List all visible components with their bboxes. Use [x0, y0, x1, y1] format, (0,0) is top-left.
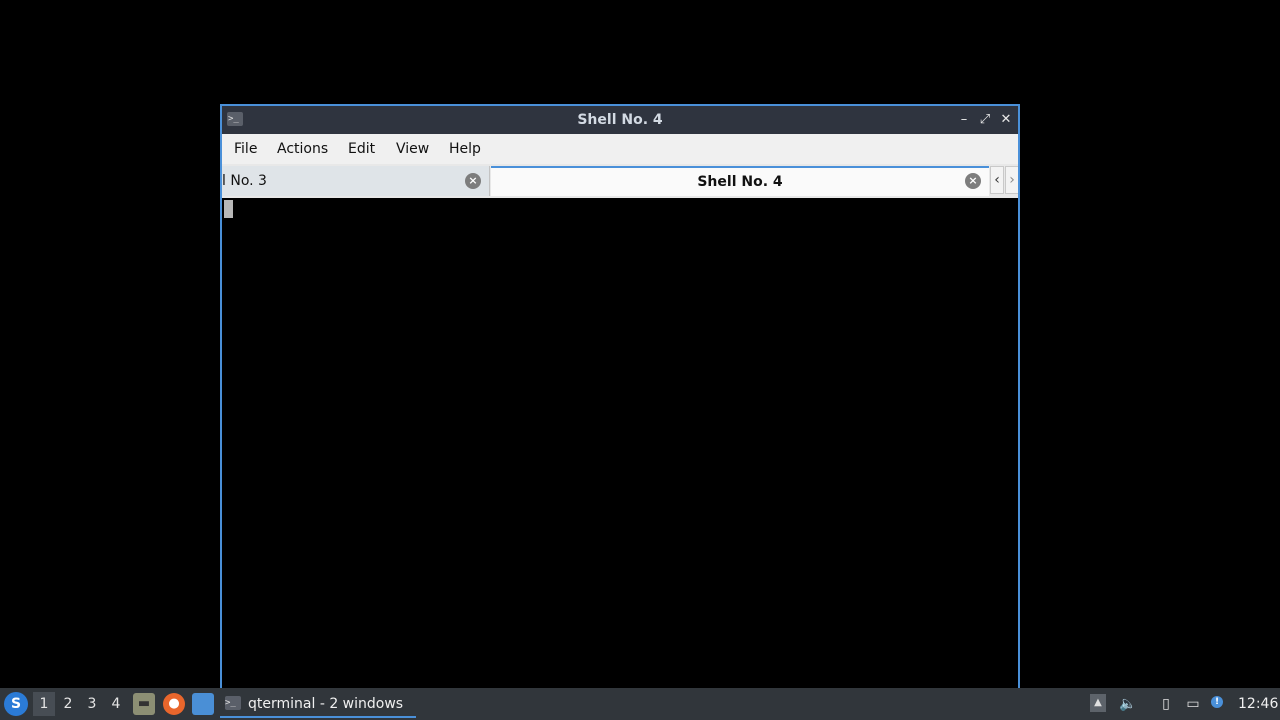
network-icon[interactable]: ▭: [1183, 694, 1203, 714]
menu-view[interactable]: View: [390, 134, 435, 164]
volume-icon[interactable]: 🔈: [1118, 694, 1138, 714]
desktop-switch-4[interactable]: 4: [105, 692, 127, 716]
task-label: qterminal - 2 windows: [248, 696, 404, 712]
desktop-switch-1[interactable]: 1: [33, 692, 55, 716]
tab-label: l No. 3: [222, 173, 267, 189]
tab-scroll-left-button[interactable]: ‹: [990, 166, 1004, 194]
desktop-switch-3[interactable]: 3: [81, 692, 103, 716]
window-titlebar[interactable]: >_ Shell No. 4 – ⤢ ✕: [222, 106, 1018, 134]
task-qterminal[interactable]: >_ qterminal - 2 windows: [220, 690, 416, 718]
menu-help[interactable]: Help: [443, 134, 487, 164]
terminal-cursor: [224, 200, 233, 218]
tray-expand-icon[interactable]: ▲: [1090, 694, 1106, 712]
show-desktop-icon[interactable]: [192, 693, 214, 715]
desktop-switch-2[interactable]: 2: [57, 692, 79, 716]
minimize-button[interactable]: –: [955, 111, 973, 129]
menu-edit[interactable]: Edit: [342, 134, 381, 164]
close-circle-icon[interactable]: ×: [465, 173, 481, 189]
menu-actions[interactable]: Actions: [271, 134, 334, 164]
firefox-icon[interactable]: ●: [163, 693, 185, 715]
update-notifier-icon[interactable]: !: [1208, 694, 1228, 714]
menu-file[interactable]: File: [228, 134, 263, 164]
maximize-button[interactable]: ⤢: [976, 111, 994, 129]
close-circle-icon[interactable]: ×: [965, 173, 981, 189]
terminal-window: >_ Shell No. 4 – ⤢ ✕ File Actions Edit V…: [220, 104, 1020, 688]
terminal-icon: >_: [225, 696, 241, 710]
file-manager-icon[interactable]: ▬: [133, 693, 155, 715]
tab-bar: l No. 3 × Shell No. 4 × ‹ ›: [222, 164, 1018, 199]
tab-scroll-right-button[interactable]: ›: [1005, 166, 1018, 194]
window-title: Shell No. 4: [577, 112, 663, 128]
tab-shell-3[interactable]: l No. 3 ×: [222, 166, 490, 196]
menubar: File Actions Edit View Help: [222, 134, 1018, 164]
close-button[interactable]: ✕: [997, 111, 1015, 129]
tab-shell-4[interactable]: Shell No. 4 ×: [491, 166, 989, 196]
clock[interactable]: 12:46: [1238, 688, 1278, 720]
start-menu-icon[interactable]: S: [4, 692, 28, 716]
tab-label: Shell No. 4: [697, 174, 783, 190]
taskbar: S 1 2 3 4 ▬ ● >_ qterminal - 2 windows ▲…: [0, 688, 1280, 720]
terminal-area[interactable]: [222, 198, 1018, 688]
clipboard-icon[interactable]: ▯: [1156, 694, 1176, 714]
